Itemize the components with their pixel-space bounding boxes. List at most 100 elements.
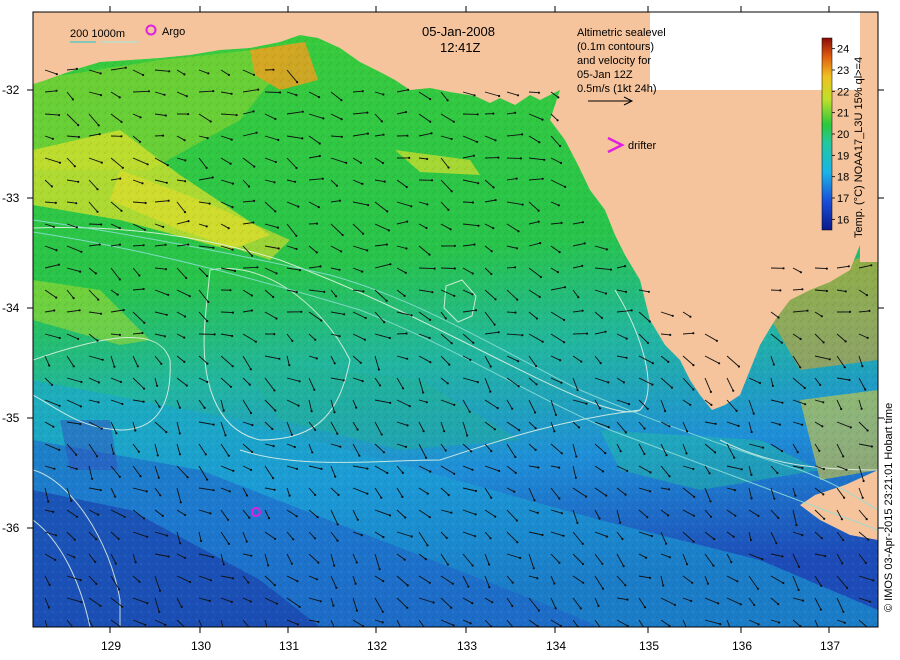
velocity-arrow-head bbox=[361, 270, 364, 273]
velocity-arrow-head bbox=[232, 469, 235, 472]
velocity-arrow-head bbox=[488, 563, 491, 566]
velocity-arrow-head bbox=[256, 266, 259, 269]
velocity-arrow-head bbox=[556, 271, 560, 274]
velocity-arrow-head bbox=[313, 388, 316, 391]
velocity-arrow-head bbox=[625, 356, 628, 359]
velocity-arrow-head bbox=[607, 381, 610, 384]
velocity-arrow bbox=[418, 267, 435, 270]
velocity-arrow-head bbox=[124, 66, 127, 69]
velocity-arrow-head bbox=[366, 249, 369, 252]
velocity-arrow-head bbox=[648, 320, 651, 323]
velocity-arrow-head bbox=[493, 323, 496, 326]
velocity-arrow-head bbox=[381, 621, 384, 624]
colorbar-tick-label: 21 bbox=[837, 108, 849, 120]
velocity-arrow-head bbox=[585, 332, 589, 335]
velocity-arrow-head bbox=[380, 120, 383, 123]
velocity-arrow-head bbox=[159, 494, 162, 497]
velocity-arrow-head bbox=[517, 385, 520, 388]
velocity-arrow-head bbox=[249, 468, 253, 471]
velocity-arrow-head bbox=[277, 138, 280, 142]
velocity-arrow-head bbox=[47, 500, 50, 503]
velocity-arrow-head bbox=[187, 243, 190, 246]
velocity-arrow-head bbox=[819, 383, 822, 386]
argo-legend-label: Argo bbox=[162, 26, 185, 38]
velocity-arrow-head bbox=[619, 521, 622, 524]
velocity-arrow-head bbox=[426, 492, 429, 495]
velocity-arrow-head bbox=[313, 537, 317, 540]
velocity-arrow-head bbox=[668, 556, 671, 559]
velocity-arrow-head bbox=[868, 309, 871, 312]
velocity-arrow-head bbox=[115, 432, 118, 435]
velocity-arrow-head bbox=[563, 286, 567, 289]
velocity-arrow-head bbox=[558, 466, 561, 469]
velocity-arrow-head bbox=[249, 411, 253, 415]
velocity-arrow-head bbox=[539, 242, 542, 245]
velocity-arrow-head bbox=[848, 378, 851, 382]
velocity-arrow-head bbox=[429, 361, 432, 364]
velocity-arrow-head bbox=[99, 489, 102, 492]
velocity-arrow-head bbox=[323, 290, 326, 293]
velocity-arrow-head bbox=[750, 430, 753, 434]
velocity-arrow-head bbox=[558, 251, 561, 254]
velocity-arrow-head bbox=[311, 451, 314, 454]
velocity-arrow-head bbox=[257, 88, 260, 91]
velocity-arrow-head bbox=[777, 516, 780, 520]
velocity-arrow-head bbox=[627, 403, 631, 406]
velocity-arrow-head bbox=[862, 479, 865, 483]
velocity-arrow-head bbox=[233, 269, 237, 273]
velocity-arrow-head bbox=[516, 94, 520, 97]
velocity-arrow-head bbox=[224, 634, 226, 636]
velocity-arrow-head bbox=[168, 70, 171, 73]
velocity-arrow-head bbox=[422, 391, 425, 394]
velocity-arrow-head bbox=[758, 381, 762, 385]
velocity-arrow-head bbox=[75, 226, 78, 229]
velocity-arrow-head bbox=[428, 253, 431, 256]
velocity-arrow-head bbox=[382, 93, 385, 96]
velocity-arrow-head bbox=[145, 490, 148, 493]
velocity-arrow-head bbox=[73, 556, 76, 559]
velocity-arrow-head bbox=[514, 455, 517, 459]
velocity-arrow-head bbox=[476, 381, 479, 384]
velocity-arrow-head bbox=[624, 290, 628, 293]
velocity-arrow-head bbox=[750, 473, 753, 476]
velocity-arrow-head bbox=[99, 312, 103, 315]
velocity-arrow-head bbox=[558, 497, 561, 500]
velocity-arrow-head bbox=[490, 250, 493, 253]
velocity-arrow-head bbox=[843, 496, 846, 499]
velocity-arrow-head bbox=[295, 247, 298, 251]
velocity-arrow-head bbox=[492, 186, 495, 189]
velocity-arrow-head bbox=[96, 188, 99, 191]
velocity-arrow-head bbox=[388, 336, 391, 340]
velocity-arrow-head bbox=[366, 467, 369, 470]
velocity-arrow-head bbox=[494, 298, 497, 301]
velocity-arrow-head bbox=[583, 242, 586, 245]
velocity-arrow-head bbox=[647, 290, 650, 293]
velocity-arrow-head bbox=[447, 493, 450, 497]
velocity-arrow-head bbox=[825, 267, 828, 270]
velocity-arrow-head bbox=[515, 519, 519, 522]
velocity-arrow-head bbox=[737, 365, 741, 368]
velocity-arrow-head bbox=[71, 98, 74, 101]
map-plot-area bbox=[33, 12, 878, 636]
velocity-arrow-head bbox=[822, 401, 825, 404]
velocity-arrow-head bbox=[96, 210, 99, 213]
velocity-arrow-head bbox=[385, 299, 388, 302]
velocity-arrow-head bbox=[51, 137, 55, 140]
colorbar-gradient bbox=[821, 37, 833, 231]
velocity-arrow-head bbox=[474, 535, 477, 538]
velocity-arrow-head bbox=[452, 624, 455, 627]
velocity-arrow-head bbox=[52, 510, 55, 513]
velocity-arrow-head bbox=[669, 333, 672, 336]
velocity-arrow-head bbox=[118, 278, 121, 281]
velocity-arrow-head bbox=[187, 220, 190, 223]
velocity-arrow-head bbox=[403, 558, 406, 561]
velocity-arrow-head bbox=[178, 432, 181, 435]
velocity-arrow-head bbox=[534, 427, 537, 430]
velocity-arrow-head bbox=[581, 542, 584, 546]
velocity-arrow-head bbox=[48, 364, 51, 367]
velocity-arrow-head bbox=[252, 631, 254, 633]
velocity-arrow-head bbox=[453, 294, 456, 297]
velocity-arrow-head bbox=[406, 606, 409, 609]
velocity-arrow-head bbox=[474, 309, 478, 312]
velocity-arrow-head bbox=[337, 493, 340, 496]
